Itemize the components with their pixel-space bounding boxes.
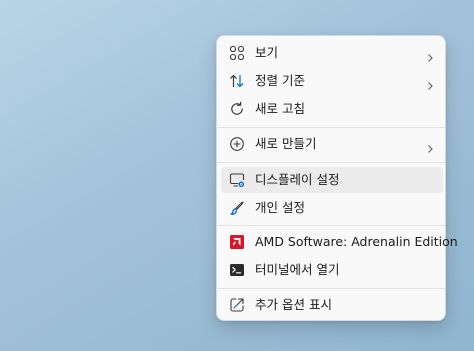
amd-logo-icon — [229, 234, 245, 250]
menu-item-label: 정렬 기준 — [255, 73, 305, 88]
menu-item-label: AMD Software: Adrenalin Edition — [255, 234, 458, 249]
display-settings-icon — [229, 172, 245, 188]
menu-item-new[interactable]: 새로 만들기 — [221, 131, 443, 157]
menu-item-label: 디스플레이 설정 — [255, 172, 340, 187]
menu-item-label: 보기 — [255, 45, 279, 60]
menu-item-refresh[interactable]: 새로 고침 — [221, 96, 443, 122]
menu-separator — [217, 162, 445, 163]
menu-item-personalize[interactable]: 개인 설정 — [221, 195, 443, 221]
terminal-icon — [229, 262, 245, 278]
menu-item-label: 새로 만들기 — [255, 136, 317, 151]
menu-item-label: 터미널에서 열기 — [255, 262, 340, 277]
menu-item-label: 개인 설정 — [255, 200, 305, 215]
menu-separator — [217, 127, 445, 128]
menu-item-sort-by[interactable]: 정렬 기준 — [221, 68, 443, 94]
chevron-right-icon — [425, 76, 435, 90]
show-more-options-icon — [229, 297, 245, 313]
menu-item-show-more-options[interactable]: 추가 옵션 표시 — [221, 292, 443, 318]
menu-item-display-settings[interactable]: 디스플레이 설정 — [221, 167, 443, 193]
menu-item-amd-software[interactable]: AMD Software: Adrenalin Edition — [221, 229, 458, 255]
plus-circle-icon — [229, 136, 245, 152]
refresh-icon — [229, 101, 245, 117]
paintbrush-icon — [229, 200, 245, 216]
menu-separator — [217, 288, 445, 289]
menu-separator — [217, 225, 445, 226]
sort-arrows-icon — [229, 73, 245, 89]
grid-view-icon — [229, 45, 245, 61]
menu-item-label: 추가 옵션 표시 — [255, 297, 332, 312]
chevron-right-icon — [425, 48, 435, 62]
menu-item-label: 새로 고침 — [255, 101, 305, 116]
menu-item-view[interactable]: 보기 — [221, 40, 443, 66]
desktop-context-menu: 보기 정렬 기준 새로 고침 새로 만들기 디스플레이 설정 개인 설정 AMD… — [216, 35, 458, 321]
chevron-right-icon — [425, 139, 435, 153]
menu-item-open-in-terminal[interactable]: 터미널에서 열기 — [221, 257, 443, 283]
